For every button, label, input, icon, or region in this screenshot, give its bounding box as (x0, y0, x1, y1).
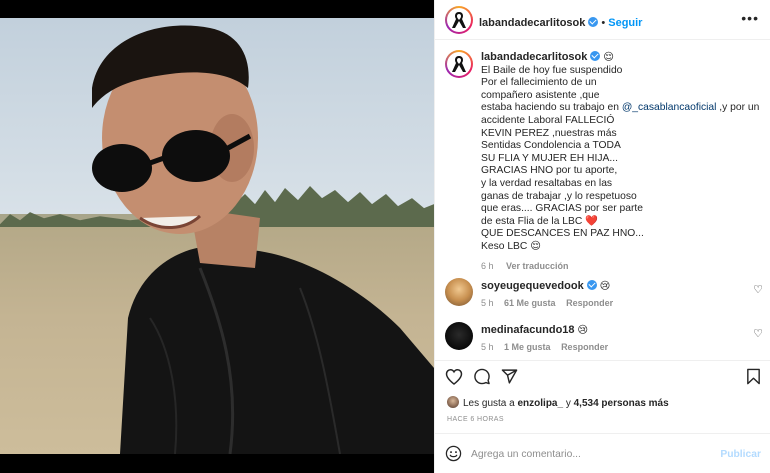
comment-like-icon[interactable]: ♡ (753, 283, 763, 296)
caption-line: accidente Laboral FALLECIÓ (481, 114, 615, 126)
separator-dot: • (601, 17, 606, 29)
mention-link[interactable]: @_casablancaoficial (622, 102, 717, 113)
comments-section: labandadecarlitosok 😌 El Baile de hoy fu… (435, 40, 770, 360)
comment-likes[interactable]: 61 Me gusta (504, 298, 556, 308)
publish-button[interactable]: Publicar (720, 449, 761, 460)
caption-username[interactable]: labandadecarlitosok (481, 51, 587, 63)
action-bar (435, 360, 770, 390)
caption-line: KEVIN PEREZ ,nuestras más (481, 127, 617, 139)
caption-line: El Baile de hoy fue suspendido (481, 64, 623, 76)
comment-item: medinafacundo18 😢 5 h 1 Me gusta Respond… (481, 324, 741, 352)
emoji-icon[interactable] (445, 445, 462, 462)
photo-person (92, 25, 434, 454)
ribbon-icon (452, 56, 466, 72)
liker-avatar (447, 396, 459, 408)
caption-line: QUE DESCANCES EN PAZ HNO... (481, 228, 644, 240)
caption-line: SU FLIA Y MUJER EH HIJA... (481, 152, 618, 164)
post-timestamp[interactable]: HACE 6 HORAS (447, 416, 504, 423)
caption-line: Sentidas Condolencia a TODA (481, 140, 621, 152)
ribbon-icon (452, 12, 466, 28)
comment-username[interactable]: medinafacundo18 (481, 324, 575, 336)
post-panel: labandadecarlitosok • Seguir ••• labandade… (434, 0, 770, 473)
caption-line: Por el fallecimiento de un (481, 77, 597, 89)
caption-line: que eras.... GRACIAS por ser parte (481, 203, 643, 215)
comment-item: soyeugequevedook 😢 5 h 61 Me gusta Respo… (481, 280, 741, 308)
heart-icon[interactable] (445, 368, 463, 385)
commenter-avatar[interactable] (445, 322, 473, 350)
comment-input[interactable] (471, 445, 701, 463)
translate-link[interactable]: Ver traducción (506, 261, 569, 271)
bookmark-icon[interactable] (746, 368, 761, 385)
post-photo[interactable] (0, 18, 434, 454)
caption-line: GRACIAS HNO por tu aporte, (481, 165, 618, 177)
comment-text: 😢 (599, 281, 611, 292)
comment-time[interactable]: 5 h (481, 342, 494, 352)
commenter-avatar[interactable] (445, 278, 473, 306)
post-caption: labandadecarlitosok 😌 El Baile de hoy fu… (481, 51, 761, 272)
caption-line: ganas de trabajar ,y lo respetuoso (481, 190, 637, 202)
verified-icon (590, 51, 601, 61)
reply-button[interactable]: Responder (561, 342, 608, 352)
comment-likes[interactable]: 1 Me gusta (504, 342, 551, 352)
liker-username[interactable]: enzolipa_ (517, 398, 563, 409)
caption-line-with-mention: estaba haciendo su trabajo en @_casablan… (481, 102, 760, 114)
comment-text: 😢 (577, 325, 589, 336)
comment-icon[interactable] (473, 368, 491, 385)
likes-count[interactable]: 4,534 personas más (574, 398, 669, 409)
share-icon[interactable] (501, 368, 518, 385)
caption-avatar[interactable] (445, 50, 473, 78)
follow-button[interactable]: Seguir (608, 17, 642, 29)
add-comment-bar: Publicar (435, 433, 770, 473)
caption-time[interactable]: 6 h (481, 261, 494, 271)
author-username[interactable]: labandadecarlitosok (479, 17, 585, 29)
caption-line: Keso LBC 😌 (481, 240, 541, 252)
verified-icon (588, 17, 599, 27)
comment-time[interactable]: 5 h (481, 298, 494, 308)
more-options-icon[interactable]: ••• (741, 10, 759, 26)
likes-summary: Les gusta a enzolipa_ y 4,534 personas m… (447, 396, 669, 409)
reply-button[interactable]: Responder (566, 298, 613, 308)
verified-icon (586, 280, 597, 290)
comment-username[interactable]: soyeugequevedook (481, 280, 584, 292)
caption-line: y la verdad resaltabas en las (481, 177, 613, 189)
post-header: labandadecarlitosok • Seguir ••• (435, 0, 770, 40)
author-avatar[interactable] (445, 6, 473, 34)
caption-emoji: 😌 (603, 52, 614, 63)
caption-line: compañero asistente ,que (481, 89, 600, 101)
comment-like-icon[interactable]: ♡ (753, 327, 763, 340)
caption-line: de esta Flia de la LBC ❤️ (481, 215, 598, 227)
